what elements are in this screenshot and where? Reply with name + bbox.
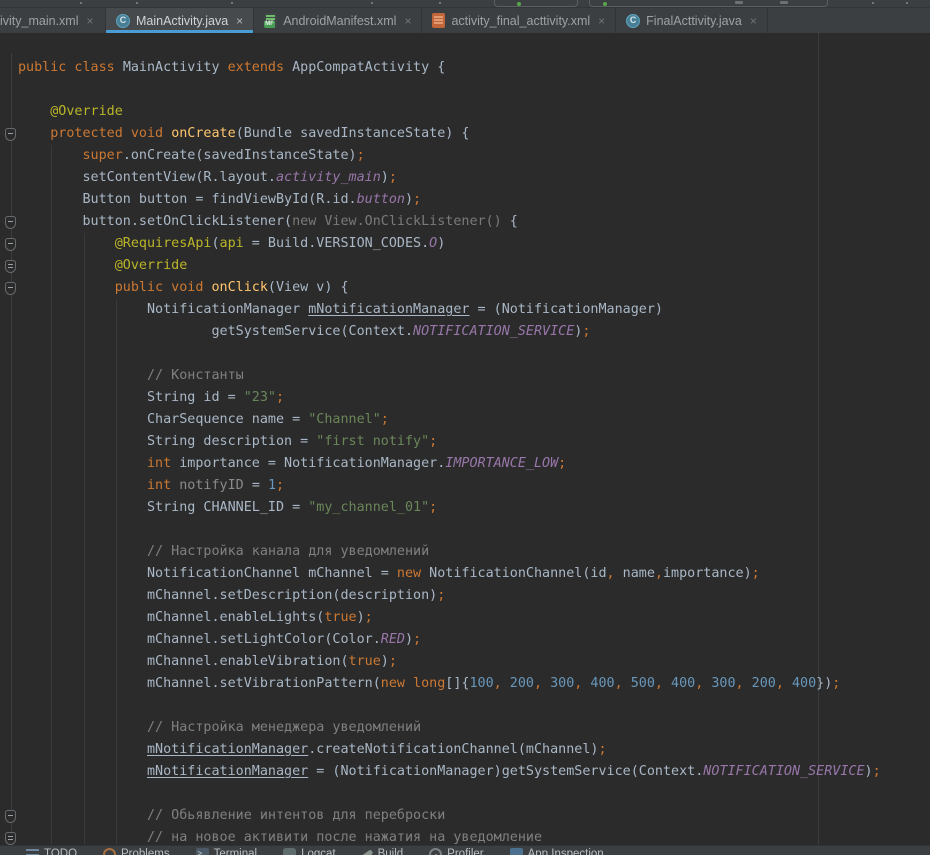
toolbar-widget-fragment <box>780 1 788 4</box>
tool-window-label: Profiler <box>447 848 483 855</box>
code-text[interactable]: public class MainActivity extends AppCom… <box>0 57 881 845</box>
tab-label: FinalActtivity.java <box>646 14 742 28</box>
code-line[interactable]: super.onCreate(savedInstanceState); <box>18 145 881 167</box>
tool-window-label: Logcat <box>301 848 336 855</box>
tab-label: ivity_main.xml <box>0 14 79 28</box>
code-line[interactable]: int importance = NotificationManager.IMP… <box>18 453 881 475</box>
code-line[interactable]: mChannel.enableVibration(true); <box>18 651 881 673</box>
tool-window-label: App Inspection <box>528 848 604 855</box>
toolbar-widget-fragment <box>735 1 743 4</box>
code-line[interactable]: public class MainActivity extends AppCom… <box>18 57 881 79</box>
code-line[interactable] <box>18 343 881 365</box>
tool-window-bar: TODO Problems >_ Terminal Logcat Build Profile… <box>0 845 930 855</box>
tool-window-button-todo[interactable]: TODO <box>26 848 77 855</box>
code-line[interactable]: mNotificationManager.createNotificationC… <box>18 739 881 761</box>
close-icon[interactable]: × <box>236 14 243 28</box>
close-icon[interactable]: × <box>87 14 94 28</box>
tool-window-label: TODO <box>44 848 77 855</box>
code-editor[interactable]: public class MainActivity extends AppCom… <box>0 33 930 845</box>
code-line[interactable]: int notifyID = 1; <box>18 475 881 497</box>
main-toolbar-strip <box>0 0 930 8</box>
code-line[interactable]: @RequiresApi(api = Build.VERSION_CODES.O… <box>18 233 881 255</box>
layout-xml-icon <box>432 13 445 28</box>
android-studio-window: ivity_main.xml × C MainActivity.java × MF Andr… <box>0 0 930 855</box>
logcat-icon <box>283 848 296 855</box>
run-status-dot <box>517 2 521 6</box>
code-line[interactable]: // Обьявление интентов для переброски <box>18 805 881 827</box>
code-line[interactable]: mChannel.setDescription(description); <box>18 585 881 607</box>
build-icon <box>361 849 373 855</box>
code-line[interactable]: mChannel.enableLights(true); <box>18 607 881 629</box>
tool-window-label: Problems <box>121 848 170 855</box>
tab-label: MainActivity.java <box>136 14 228 28</box>
todo-icon <box>26 849 39 855</box>
code-line[interactable]: NotificationChannel mChannel = new Notif… <box>18 563 881 585</box>
code-line[interactable]: String CHANNEL_ID = "my_channel_01"; <box>18 497 881 519</box>
code-line[interactable]: // Настройка канала для уведомлений <box>18 541 881 563</box>
tab-activity-main-xml[interactable]: ivity_main.xml × <box>0 8 106 33</box>
code-line[interactable]: NotificationManager mNotificationManager… <box>18 299 881 321</box>
toolbar-widget-fragment <box>136 2 138 4</box>
code-line[interactable]: button.setOnClickListener(new View.OnCli… <box>18 211 881 233</box>
java-class-icon: C <box>626 14 640 28</box>
tool-window-button-app-inspection[interactable]: App Inspection <box>510 848 604 855</box>
tab-label: activity_final_acttivity.xml <box>451 14 590 28</box>
code-line[interactable]: mChannel.setVibrationPattern(new long[]{… <box>18 673 881 695</box>
code-line[interactable]: String description = "first notify"; <box>18 431 881 453</box>
code-line[interactable]: getSystemService(Context.NOTIFICATION_SE… <box>18 321 881 343</box>
code-line[interactable] <box>18 695 881 717</box>
code-line[interactable] <box>18 783 881 805</box>
toolbar-widget-fragment <box>371 2 373 4</box>
code-line[interactable]: @Override <box>18 255 881 277</box>
editor-tab-bar: ivity_main.xml × C MainActivity.java × MF Andr… <box>0 8 930 33</box>
run-config-button[interactable] <box>494 0 578 7</box>
code-line[interactable]: // Настройка менеджера уведомлений <box>18 717 881 739</box>
code-line[interactable]: // Константы <box>18 365 881 387</box>
run-status-dot <box>603 2 607 6</box>
tool-window-button-build[interactable]: Build <box>362 848 404 855</box>
run-config-button[interactable] <box>589 0 828 7</box>
toolbar-widget-fragment <box>231 2 233 4</box>
close-icon[interactable]: × <box>598 14 605 28</box>
toolbar-widget-fragment <box>872 2 874 4</box>
manifest-icon: MF <box>264 13 277 28</box>
toolbar-widget-fragment <box>80 2 82 4</box>
app-inspection-icon <box>510 848 523 855</box>
tab-label: AndroidManifest.xml <box>283 14 396 28</box>
code-line[interactable]: CharSequence name = "Channel"; <box>18 409 881 431</box>
tool-window-button-profiler[interactable]: Profiler <box>429 848 483 855</box>
profiler-icon <box>429 848 442 855</box>
problems-icon <box>103 848 116 855</box>
tool-window-button-terminal[interactable]: >_ Terminal <box>196 848 257 855</box>
terminal-icon: >_ <box>196 848 209 855</box>
tab-finalacttivity-java[interactable]: C FinalActtivity.java × <box>616 8 768 33</box>
tool-window-label: Terminal <box>214 848 257 855</box>
code-line[interactable]: mNotificationManager = (NotificationMana… <box>18 761 881 783</box>
tool-window-label: Build <box>378 848 404 855</box>
tool-window-button-problems[interactable]: Problems <box>103 848 170 855</box>
close-icon[interactable]: × <box>404 14 411 28</box>
toolbar-widget-fragment <box>439 2 441 4</box>
code-line[interactable]: protected void onCreate(Bundle savedInst… <box>18 123 881 145</box>
tab-activity-final-acttivity-xml[interactable]: activity_final_acttivity.xml × <box>422 8 616 33</box>
code-line[interactable]: // на новое активити после нажатия на ув… <box>18 827 881 845</box>
code-line[interactable] <box>18 519 881 541</box>
code-line[interactable]: String id = "23"; <box>18 387 881 409</box>
close-icon[interactable]: × <box>750 14 757 28</box>
code-line[interactable]: Button button = findViewById(R.id.button… <box>18 189 881 211</box>
code-line[interactable]: setContentView(R.layout.activity_main); <box>18 167 881 189</box>
toolbar-widget-fragment <box>906 2 908 4</box>
code-line[interactable]: mChannel.setLightColor(Color.RED); <box>18 629 881 651</box>
code-line[interactable]: @Override <box>18 101 881 123</box>
tab-mainactivity-java[interactable]: C MainActivity.java × <box>106 8 254 33</box>
java-class-icon: C <box>116 14 130 28</box>
code-line[interactable]: public void onClick(View v) { <box>18 277 881 299</box>
tool-window-button-logcat[interactable]: Logcat <box>283 848 336 855</box>
tab-androidmanifest-xml[interactable]: MF AndroidManifest.xml × <box>254 8 422 33</box>
code-line[interactable] <box>18 79 881 101</box>
